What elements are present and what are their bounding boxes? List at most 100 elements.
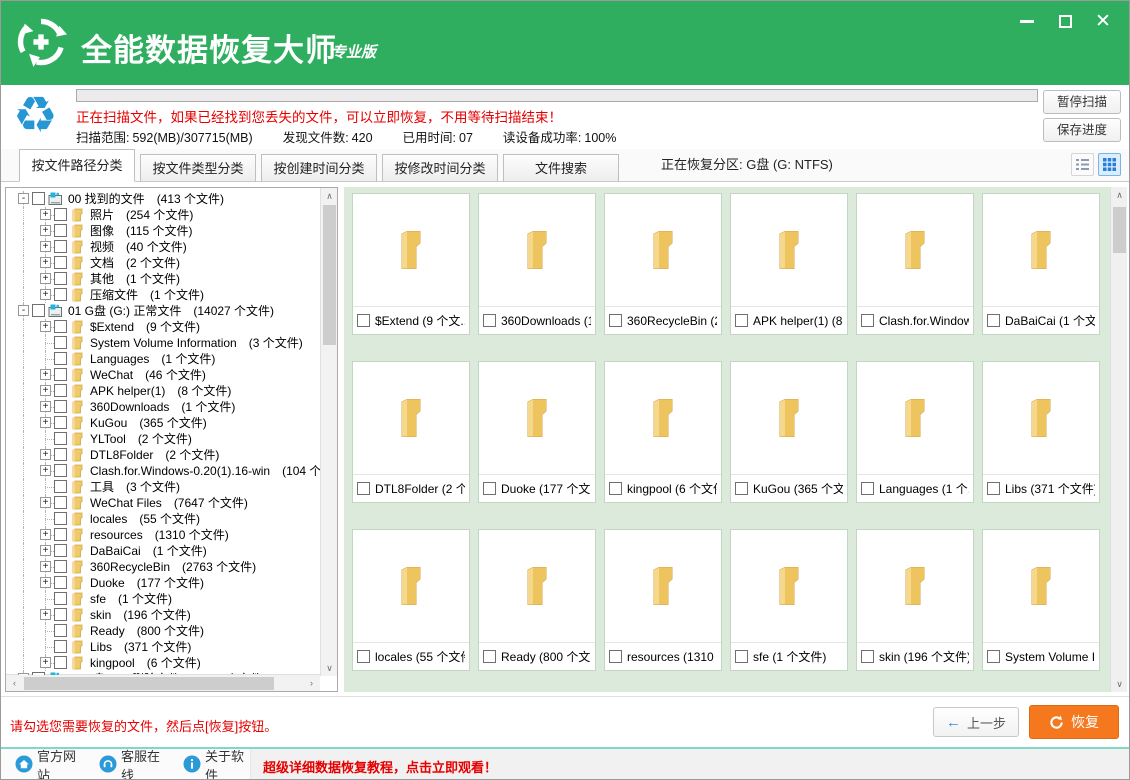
tree-row[interactable]: locales(55 个文件) — [6, 511, 320, 527]
tree-row[interactable]: +360RecycleBin(2763 个文件) — [6, 559, 320, 575]
list-view-icon[interactable] — [1071, 153, 1094, 176]
cell-checkbox[interactable] — [609, 314, 622, 327]
tree-checkbox[interactable] — [32, 304, 45, 317]
folder-cell[interactable]: locales (55 个文件) — [352, 529, 470, 671]
scrollbar-thumb[interactable] — [24, 677, 274, 690]
cell-checkbox[interactable] — [609, 650, 622, 663]
scroll-down-icon[interactable]: ∨ — [321, 660, 338, 676]
folder-cell[interactable]: Duoke (177 个文... — [478, 361, 596, 503]
footer-link[interactable]: 官方网站 — [15, 746, 82, 780]
tree-row[interactable]: sfe(1 个文件) — [6, 591, 320, 607]
expander-plus-icon[interactable]: + — [40, 225, 51, 236]
tree-checkbox[interactable] — [54, 640, 67, 653]
cell-checkbox[interactable] — [861, 314, 874, 327]
tree-row[interactable]: +DaBaiCai(1 个文件) — [6, 543, 320, 559]
tree-checkbox[interactable] — [54, 544, 67, 557]
tree-checkbox[interactable] — [54, 528, 67, 541]
expander-plus-icon[interactable]: + — [40, 529, 51, 540]
tree-checkbox[interactable] — [54, 608, 67, 621]
cell-checkbox[interactable] — [483, 650, 496, 663]
tree-row[interactable]: +Duoke(177 个文件) — [6, 575, 320, 591]
scroll-up-icon[interactable]: ∧ — [321, 188, 338, 204]
close-icon[interactable]: ✕ — [1089, 7, 1117, 35]
cell-checkbox[interactable] — [357, 314, 370, 327]
expander-plus-icon[interactable]: + — [40, 273, 51, 284]
tree-row[interactable]: +其他(1 个文件) — [6, 271, 320, 287]
cell-checkbox[interactable] — [987, 482, 1000, 495]
tree-row[interactable]: +APK helper(1)(8 个文件) — [6, 383, 320, 399]
tab-3[interactable]: 按创建时间分类 — [261, 154, 377, 182]
expander-plus-icon[interactable]: + — [40, 497, 51, 508]
cell-checkbox[interactable] — [609, 482, 622, 495]
folder-cell[interactable]: $Extend (9 个文... — [352, 193, 470, 335]
tree-checkbox[interactable] — [54, 624, 67, 637]
expander-plus-icon[interactable]: + — [40, 657, 51, 668]
tree-checkbox[interactable] — [54, 256, 67, 269]
tree-row[interactable]: +kingpool(6 个文件) — [6, 655, 320, 671]
cell-checkbox[interactable] — [735, 314, 748, 327]
folder-cell[interactable]: DaBaiCai (1 个文... — [982, 193, 1100, 335]
back-button[interactable]: ← 上一步 — [933, 707, 1019, 737]
expander-plus-icon[interactable]: + — [40, 609, 51, 620]
tree-checkbox[interactable] — [54, 240, 67, 253]
folder-cell[interactable]: skin (196 个文件) — [856, 529, 974, 671]
expander-plus-icon[interactable]: + — [40, 385, 51, 396]
tree-checkbox[interactable] — [54, 576, 67, 589]
footer-link[interactable]: 客服在线 — [99, 746, 166, 780]
expander-minus-icon[interactable]: - — [18, 305, 29, 316]
folder-cell[interactable]: System Volume In... — [982, 529, 1100, 671]
cell-checkbox[interactable] — [987, 650, 1000, 663]
folder-cell[interactable]: resources (1310 ... — [604, 529, 722, 671]
expander-plus-icon[interactable]: + — [40, 241, 51, 252]
expander-plus-icon[interactable]: + — [40, 449, 51, 460]
folder-cell[interactable]: kingpool (6 个文件) — [604, 361, 722, 503]
folder-cell[interactable]: APK helper(1) (8 ... — [730, 193, 848, 335]
tree-row[interactable]: -01 G盘 (G:) 正常文件(14027 个文件) — [6, 303, 320, 319]
expander-plus-icon[interactable]: + — [40, 545, 51, 556]
expander-plus-icon[interactable]: + — [40, 257, 51, 268]
tree-checkbox[interactable] — [54, 496, 67, 509]
cell-checkbox[interactable] — [861, 650, 874, 663]
cell-checkbox[interactable] — [357, 482, 370, 495]
tree-checkbox[interactable] — [54, 560, 67, 573]
tree-row[interactable]: +resources(1310 个文件) — [6, 527, 320, 543]
tree-row[interactable]: +DTL8Folder(2 个文件) — [6, 447, 320, 463]
tree-row[interactable]: +KuGou(365 个文件) — [6, 415, 320, 431]
tree-row[interactable]: +$Extend(9 个文件) — [6, 319, 320, 335]
tree-row[interactable]: YLTool(2 个文件) — [6, 431, 320, 447]
tree-row[interactable]: -00 找到的文件(413 个文件) — [6, 191, 320, 207]
tree-row[interactable]: +Clash.for.Windows-0.20(1).16-win(104 个文… — [6, 463, 320, 479]
tree-checkbox[interactable] — [54, 448, 67, 461]
tree-row[interactable]: +视频(40 个文件) — [6, 239, 320, 255]
tree-horizontal-scrollbar[interactable]: ‹ › — [6, 674, 320, 691]
tab-2[interactable]: 按文件类型分类 — [140, 154, 256, 182]
scroll-up-icon[interactable]: ∧ — [1111, 187, 1128, 203]
tree-checkbox[interactable] — [54, 432, 67, 445]
expander-minus-icon[interactable]: - — [18, 673, 29, 675]
recover-button[interactable]: 恢复 — [1029, 705, 1119, 739]
tree-checkbox[interactable] — [54, 352, 67, 365]
tree-checkbox[interactable] — [54, 400, 67, 413]
tree-row[interactable]: +WeChat(46 个文件) — [6, 367, 320, 383]
cell-checkbox[interactable] — [861, 482, 874, 495]
folder-cell[interactable]: sfe (1 个文件) — [730, 529, 848, 671]
save-progress-button[interactable]: 保存进度 — [1043, 118, 1121, 142]
folder-cell[interactable]: Languages (1 个... — [856, 361, 974, 503]
tree-row[interactable]: +照片(254 个文件) — [6, 207, 320, 223]
expander-plus-icon[interactable]: + — [40, 321, 51, 332]
tree-checkbox[interactable] — [54, 272, 67, 285]
folder-cell[interactable]: Ready (800 个文... — [478, 529, 596, 671]
tree-row[interactable]: Ready(800 个文件) — [6, 623, 320, 639]
cell-checkbox[interactable] — [483, 314, 496, 327]
tree-vertical-scrollbar[interactable]: ∧ ∨ — [320, 188, 337, 676]
cell-checkbox[interactable] — [357, 650, 370, 663]
tree-checkbox[interactable] — [54, 512, 67, 525]
cell-checkbox[interactable] — [735, 482, 748, 495]
tree-row[interactable]: System Volume Information(3 个文件) — [6, 335, 320, 351]
pause-scan-button[interactable]: 暂停扫描 — [1043, 90, 1121, 114]
tree-row[interactable]: 工具(3 个文件) — [6, 479, 320, 495]
tree-row[interactable]: +360Downloads(1 个文件) — [6, 399, 320, 415]
tree-checkbox[interactable] — [54, 656, 67, 669]
tree-row[interactable]: +skin(196 个文件) — [6, 607, 320, 623]
folder-cell[interactable]: 360Downloads (1... — [478, 193, 596, 335]
